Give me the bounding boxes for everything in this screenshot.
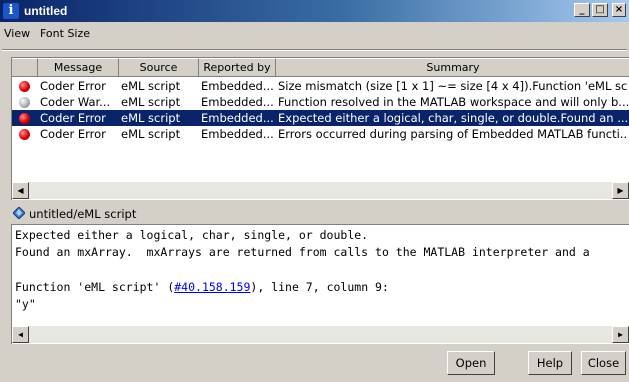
table-row[interactable]: Coder Error eML script Embedded... Error… xyxy=(12,126,629,142)
help-button[interactable]: Help xyxy=(528,351,572,375)
details-line-4: Function 'eML script' (#40.158.159), lin… xyxy=(15,280,389,294)
details-horizontal-scrollbar[interactable]: ◀ ▶ xyxy=(12,326,629,343)
diagnostics-table: Message Source Reported by Summary Coder… xyxy=(11,57,629,200)
details-text-area[interactable]: Expected either a logical, char, single,… xyxy=(11,224,629,344)
scroll-left-arrow-icon[interactable]: ◀ xyxy=(12,182,29,199)
cell-reported-by: Embedded... xyxy=(201,127,274,141)
scroll-right-arrow-icon[interactable]: ▶ xyxy=(612,326,629,343)
column-header-icon[interactable] xyxy=(12,58,38,77)
details-line-1: Expected either a logical, char, single,… xyxy=(15,228,369,242)
minimize-button[interactable]: _ xyxy=(574,3,590,17)
open-button[interactable]: Open xyxy=(447,351,495,375)
details-path: untitled/eML script xyxy=(29,207,137,221)
cell-message: Coder War... xyxy=(40,95,111,109)
info-icon: i xyxy=(3,3,19,19)
error-icon xyxy=(19,113,30,124)
cell-summary: Size mismatch (size [1 x 1] ~= size [4 x… xyxy=(278,79,628,93)
error-icon xyxy=(19,129,30,140)
maximize-button[interactable]: □ xyxy=(592,3,608,17)
source-location-link[interactable]: #40.158.159 xyxy=(174,280,250,294)
close-button[interactable]: Close xyxy=(581,351,626,375)
menu-view[interactable]: View xyxy=(4,27,30,41)
cell-summary: Errors occurred during parsing of Embedd… xyxy=(278,127,628,141)
cell-source: eML script xyxy=(121,95,181,109)
close-window-button[interactable]: × xyxy=(612,3,626,17)
window-title: untitled xyxy=(24,4,68,18)
cell-message: Coder Error xyxy=(40,111,106,125)
scroll-right-arrow-icon[interactable]: ▶ xyxy=(612,182,629,199)
warning-icon xyxy=(19,97,30,108)
cell-summary: Expected either a logical, char, single,… xyxy=(278,111,628,125)
table-row-selected[interactable]: Coder Error eML script Embedded... Expec… xyxy=(12,110,629,126)
table-row[interactable]: Coder Error eML script Embedded... Size … xyxy=(12,78,629,94)
cell-source: eML script xyxy=(121,127,181,141)
error-icon xyxy=(19,81,30,92)
column-header-message[interactable]: Message xyxy=(38,58,119,77)
cell-message: Coder Error xyxy=(40,127,106,141)
details-line-4-suffix: ), line 7, column 9: xyxy=(250,280,389,294)
menu-divider xyxy=(2,49,627,51)
cell-message: Coder Error xyxy=(40,79,106,93)
cell-reported-by: Embedded... xyxy=(201,79,274,93)
cell-source: eML script xyxy=(121,79,181,93)
menu-bar: View Font Size xyxy=(0,22,629,48)
title-bar[interactable]: i untitled _ □ × xyxy=(0,0,629,22)
details-line-5: "y" xyxy=(15,297,36,311)
menu-font-size[interactable]: Font Size xyxy=(40,27,90,41)
column-header-summary[interactable]: Summary xyxy=(276,58,629,77)
table-horizontal-scrollbar[interactable]: ◀ ▶ xyxy=(12,182,629,199)
cell-summary: Function resolved in the MATLAB workspac… xyxy=(278,95,628,109)
scroll-left-arrow-icon[interactable]: ◀ xyxy=(12,326,29,343)
cell-source: eML script xyxy=(121,111,181,125)
table-row[interactable]: Coder War... eML script Embedded... Func… xyxy=(12,94,629,110)
column-header-source[interactable]: Source xyxy=(119,58,199,77)
column-header-reported-by[interactable]: Reported by xyxy=(199,58,276,77)
details-line-2: Found an mxArray. mxArrays are returned … xyxy=(15,245,590,259)
cell-reported-by: Embedded... xyxy=(201,95,274,109)
script-gem-icon xyxy=(13,207,25,219)
cell-reported-by: Embedded... xyxy=(201,111,274,125)
details-line-4-prefix: Function 'eML script' ( xyxy=(15,280,175,294)
details-header: untitled/eML script xyxy=(11,205,629,223)
